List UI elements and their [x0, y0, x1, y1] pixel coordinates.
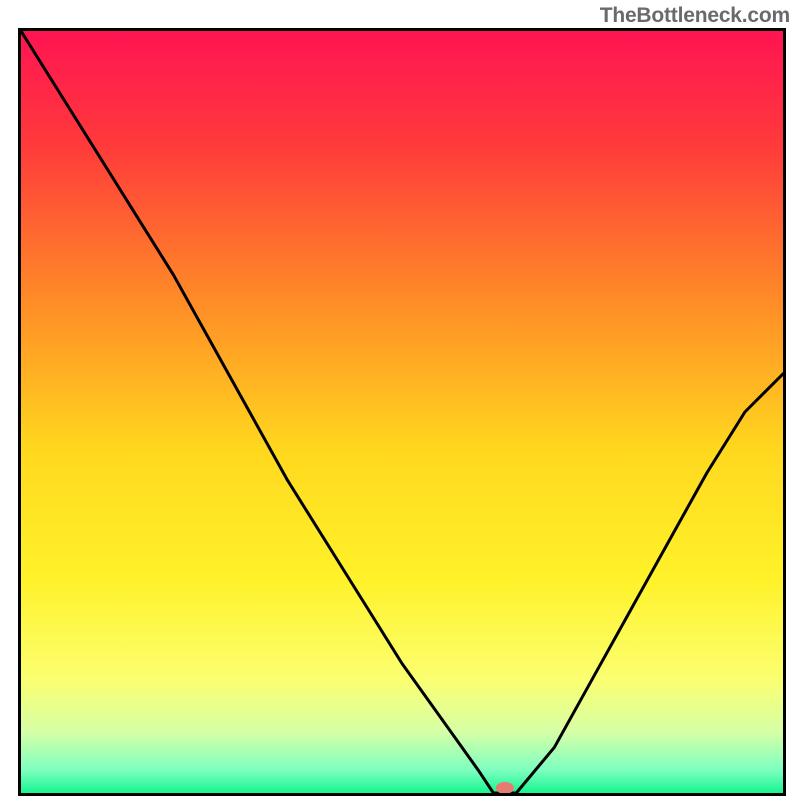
chart-frame: TheBottleneck.com — [0, 0, 800, 800]
chart-svg — [21, 31, 783, 793]
background-rect — [21, 31, 783, 793]
plot-area — [18, 28, 786, 796]
attribution-label: TheBottleneck.com — [600, 4, 790, 28]
